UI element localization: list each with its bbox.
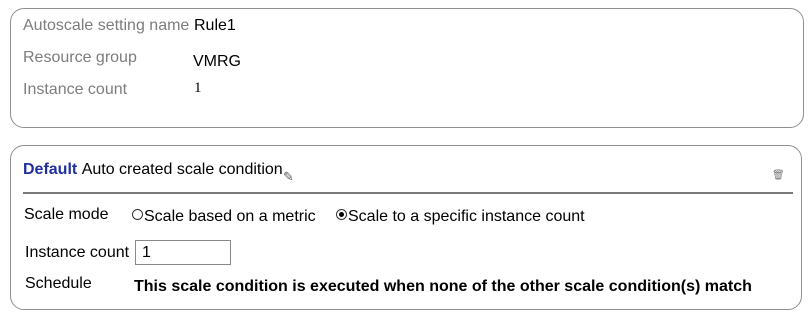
- radio-unchecked-icon: [132, 209, 143, 220]
- setting-name-label: Autoscale setting name: [23, 17, 190, 34]
- instance-count-input[interactable]: 1: [135, 240, 231, 265]
- instance-count-label: Instance count: [23, 81, 128, 98]
- schedule-description: This scale condition is executed when no…: [134, 278, 752, 295]
- scale-condition-panel: Default Auto created scale condition ✎ 🗑…: [10, 145, 802, 310]
- radio-scale-metric[interactable]: Scale based on a metric: [132, 208, 316, 226]
- scale-mode-label: Scale mode: [24, 206, 109, 223]
- schedule-label: Schedule: [25, 275, 92, 292]
- condition-title: Default Auto created scale condition: [23, 161, 283, 179]
- radio-scale-instance-count-label: Scale to a specific instance count: [348, 208, 585, 225]
- radio-scale-metric-label: Scale based on a metric: [144, 208, 316, 225]
- title-divider: [23, 192, 793, 194]
- autoscale-summary-panel: Autoscale setting name Rule1 Resource gr…: [10, 8, 804, 128]
- condition-instance-count-label: Instance count: [25, 244, 130, 261]
- edit-pencil-icon[interactable]: ✎: [283, 170, 294, 185]
- condition-default-tag: Default: [23, 161, 78, 178]
- instance-count-value: 1: [194, 80, 202, 96]
- resource-group-label: Resource group: [23, 49, 137, 66]
- radio-checked-icon: [336, 209, 347, 220]
- setting-name-value: Rule1: [194, 17, 236, 34]
- condition-name: Auto created scale condition: [81, 161, 283, 178]
- resource-group-value: VMRG: [193, 53, 241, 70]
- delete-trash-icon[interactable]: 🗑: [772, 170, 785, 181]
- radio-scale-instance-count[interactable]: Scale to a specific instance count: [336, 208, 585, 226]
